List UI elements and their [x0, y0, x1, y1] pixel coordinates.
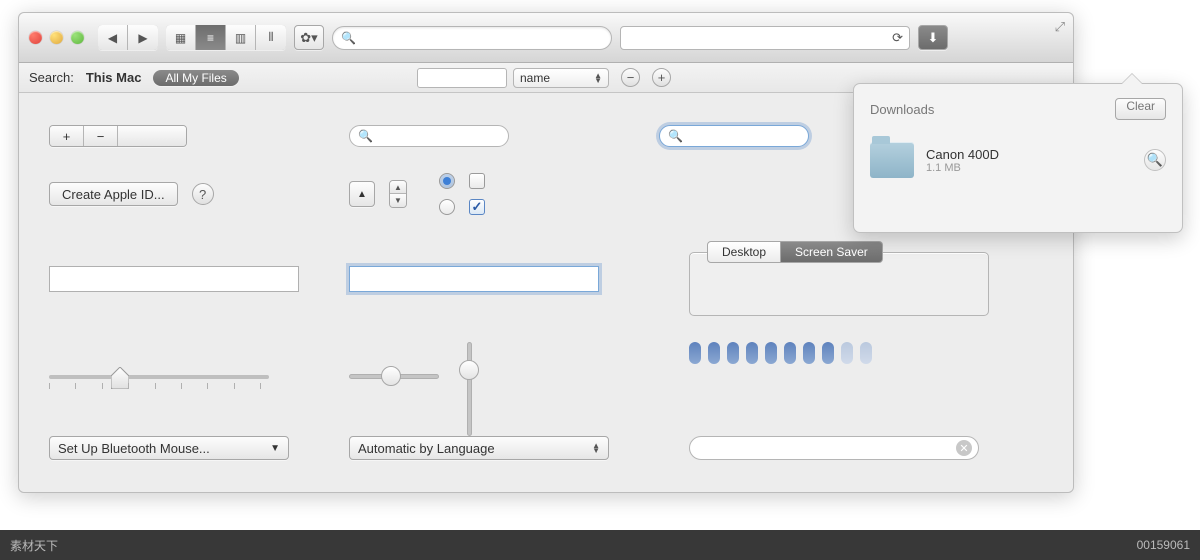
chevron-down-icon: ▼ — [270, 443, 280, 454]
tab-view: Desktop Screen Saver — [689, 241, 989, 316]
zoom-icon[interactable] — [71, 31, 84, 44]
view-icon-grid[interactable]: ▦ — [166, 25, 196, 50]
page-footer: 素材天下 00159061 — [0, 530, 1200, 560]
token-field[interactable]: ✕ — [689, 436, 979, 460]
minimize-icon[interactable] — [50, 31, 63, 44]
updown-icon: ▲▼ — [594, 73, 602, 83]
round-search-field-focused[interactable]: 🔍 — [659, 125, 809, 147]
text-field[interactable] — [49, 266, 299, 292]
slider-thumb-icon[interactable] — [111, 367, 129, 389]
downloads-popover: Downloads Clear Canon 400D 1.1 MB 🔍 — [853, 83, 1183, 233]
download-item-name: Canon 400D — [926, 147, 999, 162]
reload-icon[interactable]: ⟳ — [892, 30, 903, 46]
filter-value-input[interactable] — [417, 68, 507, 88]
bluetooth-popup-button[interactable]: Set Up Bluetooth Mouse... ▼ — [49, 436, 289, 460]
help-button[interactable]: ? — [192, 183, 214, 205]
vertical-slider[interactable] — [453, 342, 483, 410]
slider-thumb-icon[interactable] — [459, 360, 479, 380]
footer-left: 素材天下 — [10, 537, 58, 554]
clear-downloads-button[interactable]: Clear — [1115, 98, 1166, 120]
add-criterion-button[interactable]: + — [652, 68, 671, 87]
downloads-title: Downloads — [870, 102, 934, 117]
action-menu-button[interactable]: ✿▾ — [294, 25, 324, 50]
search-scope-all-files[interactable]: All My Files — [153, 70, 238, 86]
search-scope-this-mac[interactable]: This Mac — [86, 70, 142, 85]
text-field-focused[interactable] — [349, 266, 599, 292]
view-coverflow[interactable]: ⫴ — [256, 25, 286, 50]
tick-slider[interactable] — [49, 361, 269, 391]
filter-attribute-select[interactable]: name ▲▼ — [513, 68, 609, 88]
stepper-down[interactable]: ▼ — [390, 194, 406, 207]
round-search-field[interactable]: 🔍 — [349, 125, 509, 147]
horizontal-slider[interactable] — [349, 361, 439, 391]
language-popup-button[interactable]: Automatic by Language ▲▼ — [349, 436, 609, 460]
create-apple-id-label: Create Apple ID... — [62, 187, 165, 202]
slider-thumb-icon[interactable] — [381, 366, 401, 386]
nav-back-button[interactable]: ◀ — [98, 25, 128, 50]
search-icon: 🔍 — [341, 31, 356, 45]
reveal-in-finder-button[interactable]: 🔍 — [1144, 149, 1166, 171]
window: ◀ ▶ ▦ ≡ ▥ ⫴ ✿▾ 🔍 ⟳ ⬇ ⤢ Search: This Mac … — [18, 12, 1074, 493]
tab-desktop[interactable]: Desktop — [707, 241, 781, 263]
toolbar-url-field[interactable]: ⟳ — [620, 26, 910, 50]
toolbar-search[interactable]: 🔍 — [332, 26, 612, 50]
bluetooth-popup-label: Set Up Bluetooth Mouse... — [58, 441, 210, 456]
download-icon: ⬇ — [928, 30, 939, 46]
stepper-up[interactable]: ▲ — [390, 181, 406, 194]
segmented-plus[interactable]: + — [50, 126, 84, 146]
nav-back-forward[interactable]: ◀ ▶ — [98, 25, 158, 50]
square-up-button[interactable]: ▲ — [349, 181, 375, 207]
stepper[interactable]: ▲ ▼ — [389, 180, 407, 208]
segmented-add-remove[interactable]: + − — [49, 125, 187, 147]
titlebar: ◀ ▶ ▦ ≡ ▥ ⫴ ✿▾ 🔍 ⟳ ⬇ ⤢ — [19, 13, 1073, 63]
close-icon[interactable] — [29, 31, 42, 44]
folder-icon — [870, 142, 914, 178]
view-mode-group[interactable]: ▦ ≡ ▥ ⫴ — [166, 25, 286, 50]
traffic-lights — [29, 31, 84, 44]
radio-selected[interactable] — [439, 173, 455, 189]
download-item[interactable]: Canon 400D 1.1 MB 🔍 — [870, 142, 1166, 178]
remove-criterion-button[interactable]: − — [621, 68, 640, 87]
footer-right: 00159061 — [1137, 538, 1190, 552]
download-item-size: 1.1 MB — [926, 162, 999, 174]
downloads-button[interactable]: ⬇ — [918, 25, 948, 50]
help-icon: ? — [199, 187, 206, 202]
create-apple-id-button[interactable]: Create Apple ID... — [49, 182, 178, 206]
search-icon: 🔍 — [668, 129, 683, 143]
radio-unselected[interactable] — [439, 199, 455, 215]
level-indicator — [689, 342, 1039, 364]
search-icon: 🔍 — [358, 129, 373, 143]
filter-attribute-label: name — [520, 71, 550, 85]
language-popup-label: Automatic by Language — [358, 441, 495, 456]
clear-downloads-label: Clear — [1126, 99, 1155, 113]
segmented-blank[interactable] — [118, 126, 186, 146]
checkbox-unchecked[interactable] — [469, 173, 485, 189]
view-list[interactable]: ≡ — [196, 25, 226, 50]
tab-desktop-label: Desktop — [722, 245, 766, 259]
fullscreen-icon[interactable]: ⤢ — [1055, 19, 1065, 35]
checkbox-checked[interactable]: ✓ — [469, 199, 485, 215]
tab-screensaver-label: Screen Saver — [795, 245, 868, 259]
tab-screensaver[interactable]: Screen Saver — [781, 241, 883, 263]
search-icon: 🔍 — [1147, 152, 1163, 168]
nav-forward-button[interactable]: ▶ — [128, 25, 158, 50]
view-columns[interactable]: ▥ — [226, 25, 256, 50]
segmented-minus[interactable]: − — [84, 126, 118, 146]
triangle-up-icon: ▲ — [357, 189, 367, 200]
search-label: Search: — [29, 70, 74, 85]
clear-icon[interactable]: ✕ — [956, 440, 972, 456]
updown-icon: ▲▼ — [592, 443, 600, 453]
gear-icon: ✿▾ — [300, 30, 317, 46]
